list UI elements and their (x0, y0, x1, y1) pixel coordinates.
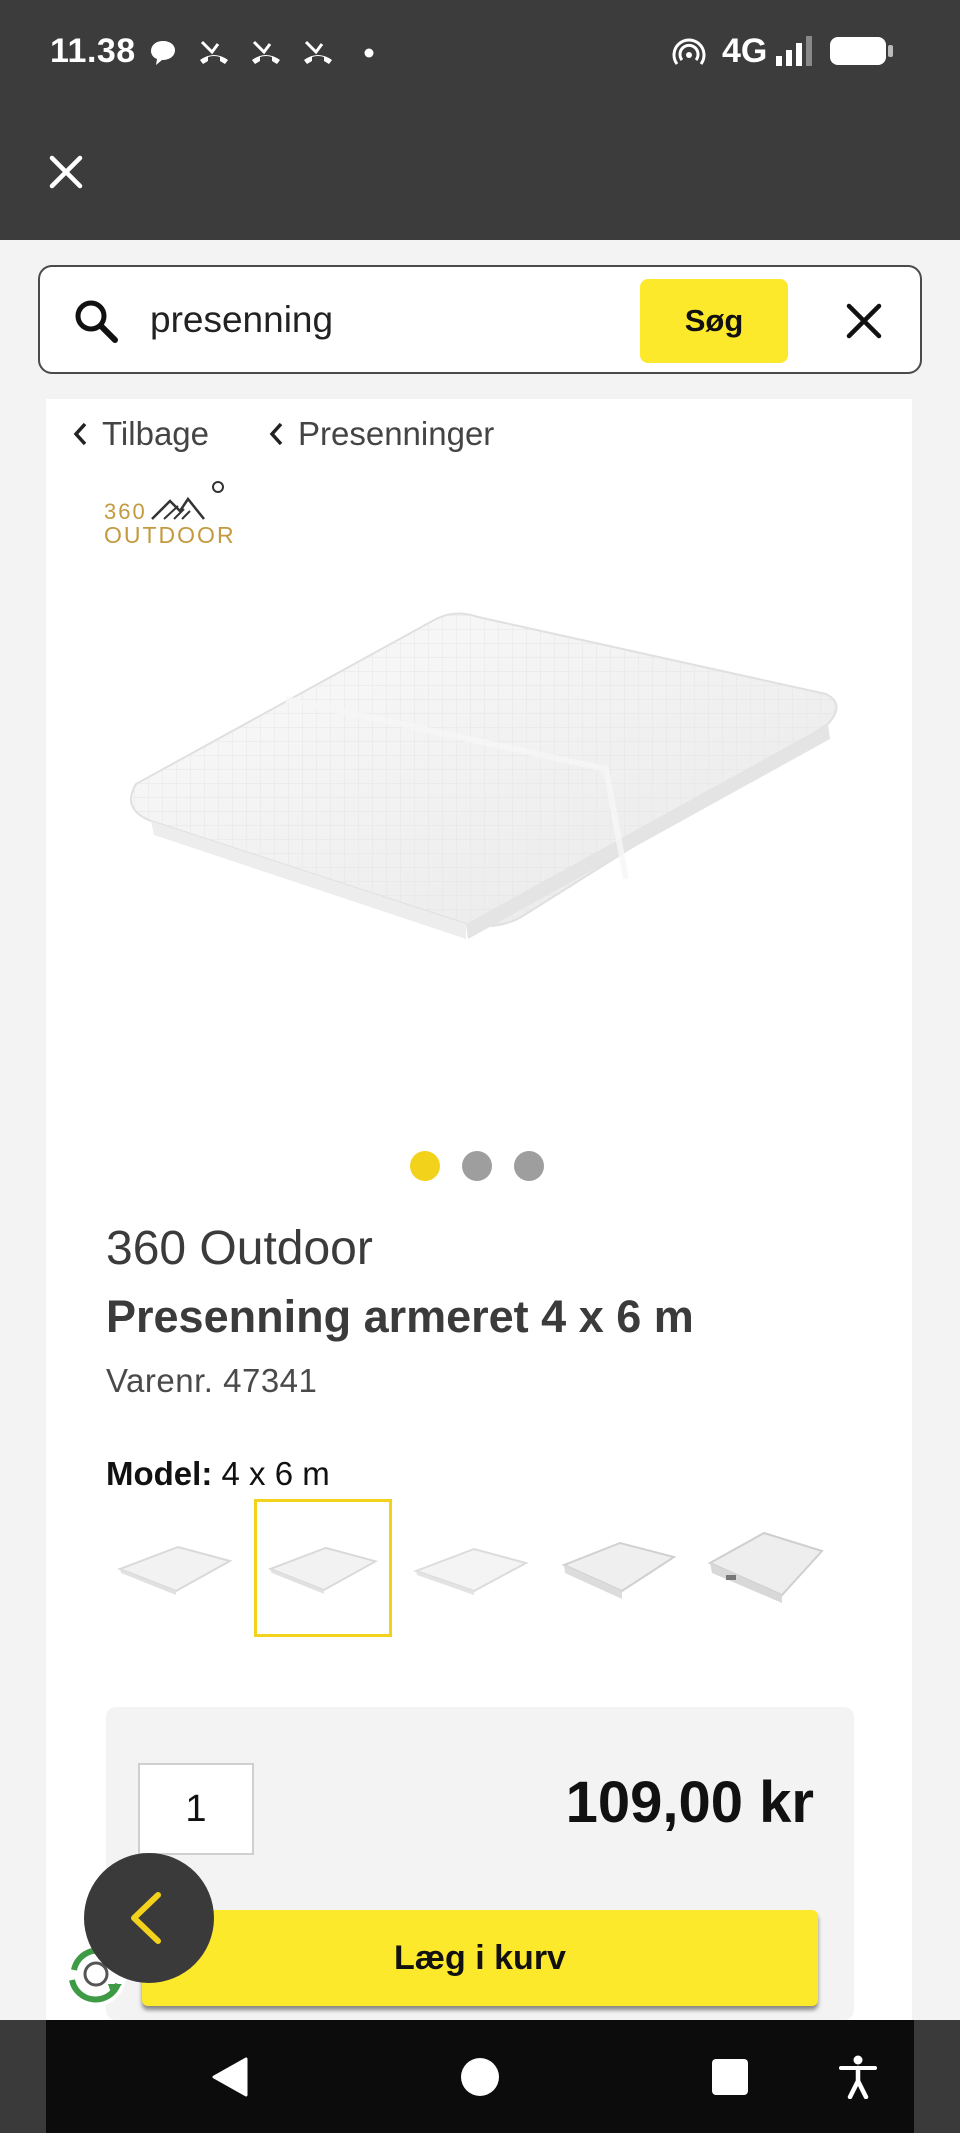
logo-text-2: OUTDOOR (104, 522, 236, 548)
battery-icon (830, 37, 893, 65)
carousel-dot[interactable] (514, 1151, 544, 1181)
buy-box: 109,00 kr Læg i kurv (106, 1707, 854, 2020)
nav-left-strip (0, 2020, 46, 2133)
nav-right-strip (914, 2020, 960, 2133)
breadcrumb-category[interactable]: Presenninger (268, 415, 494, 453)
product-price: 109,00 kr (565, 1770, 814, 1835)
product-sku: Varenr. 47341 (106, 1362, 318, 1399)
model-selector-label: Model: 4 x 6 m (106, 1455, 330, 1493)
chevron-left-icon (73, 422, 87, 446)
back-icon (212, 2057, 248, 2096)
brand-logo: 360 OUTDOOR (104, 481, 236, 548)
status-time: 11.38 (50, 32, 136, 70)
search-input[interactable] (150, 289, 650, 351)
variant-thumbnail[interactable] (402, 1499, 540, 1637)
carousel-dots (410, 1151, 566, 1181)
logo-text-1: 360 (104, 499, 147, 524)
back-link[interactable]: Tilbage (72, 415, 209, 453)
clear-search-icon[interactable] (844, 301, 884, 341)
product-title: Presenning armeret 4 x 6 m (106, 1291, 694, 1342)
network-type: 4G (722, 32, 768, 70)
model-label: Model: (106, 1455, 213, 1492)
missed-call-icon (200, 40, 228, 64)
hotspot-icon (672, 38, 706, 65)
model-value: 4 x 6 m (221, 1455, 330, 1492)
search-button[interactable]: Søg (640, 279, 788, 363)
search-icon (75, 300, 118, 343)
app-header: 11.38 4G (0, 0, 960, 240)
home-icon (461, 2057, 499, 2096)
carousel-dot[interactable] (462, 1151, 492, 1181)
add-to-cart-button[interactable]: Læg i kurv (142, 1910, 818, 2006)
variant-thumbnail[interactable] (106, 1499, 244, 1637)
quantity-input[interactable] (138, 1763, 254, 1855)
nav-recents-button[interactable] (690, 2020, 770, 2133)
breadcrumb-category-label: Presenninger (298, 415, 495, 452)
nav-accessibility-button[interactable] (818, 2020, 898, 2133)
carousel-dot[interactable] (410, 1151, 440, 1181)
variant-thumbnail[interactable] (550, 1499, 688, 1637)
close-icon[interactable] (44, 150, 88, 194)
variant-thumbnails (106, 1499, 866, 1639)
variant-thumbnail-selected[interactable] (254, 1499, 392, 1637)
signal-icon (776, 36, 812, 66)
recents-icon (712, 2058, 748, 2095)
nav-home-button[interactable] (440, 2020, 520, 2133)
floating-back-button[interactable] (84, 1853, 214, 1983)
product-card: Tilbage Presenninger 360 OUTDOOR 360 Out… (46, 399, 912, 2020)
nav-back-button[interactable] (190, 2020, 270, 2133)
chevron-left-icon (131, 1892, 161, 1944)
product-brand: 360 Outdoor (106, 1222, 373, 1275)
system-navigation-bar (0, 2020, 960, 2133)
search-bar: Søg (38, 265, 922, 374)
status-bar: 11.38 4G (0, 0, 960, 105)
missed-call-icon (304, 40, 332, 64)
chat-bubble-icon (151, 41, 175, 65)
accessibility-icon (839, 2055, 877, 2099)
dot-icon (364, 48, 374, 58)
chevron-left-icon (269, 422, 283, 446)
back-link-label: Tilbage (102, 415, 210, 452)
variant-thumbnail[interactable] (698, 1499, 836, 1637)
missed-call-icon (252, 40, 280, 64)
product-image[interactable] (106, 559, 856, 959)
